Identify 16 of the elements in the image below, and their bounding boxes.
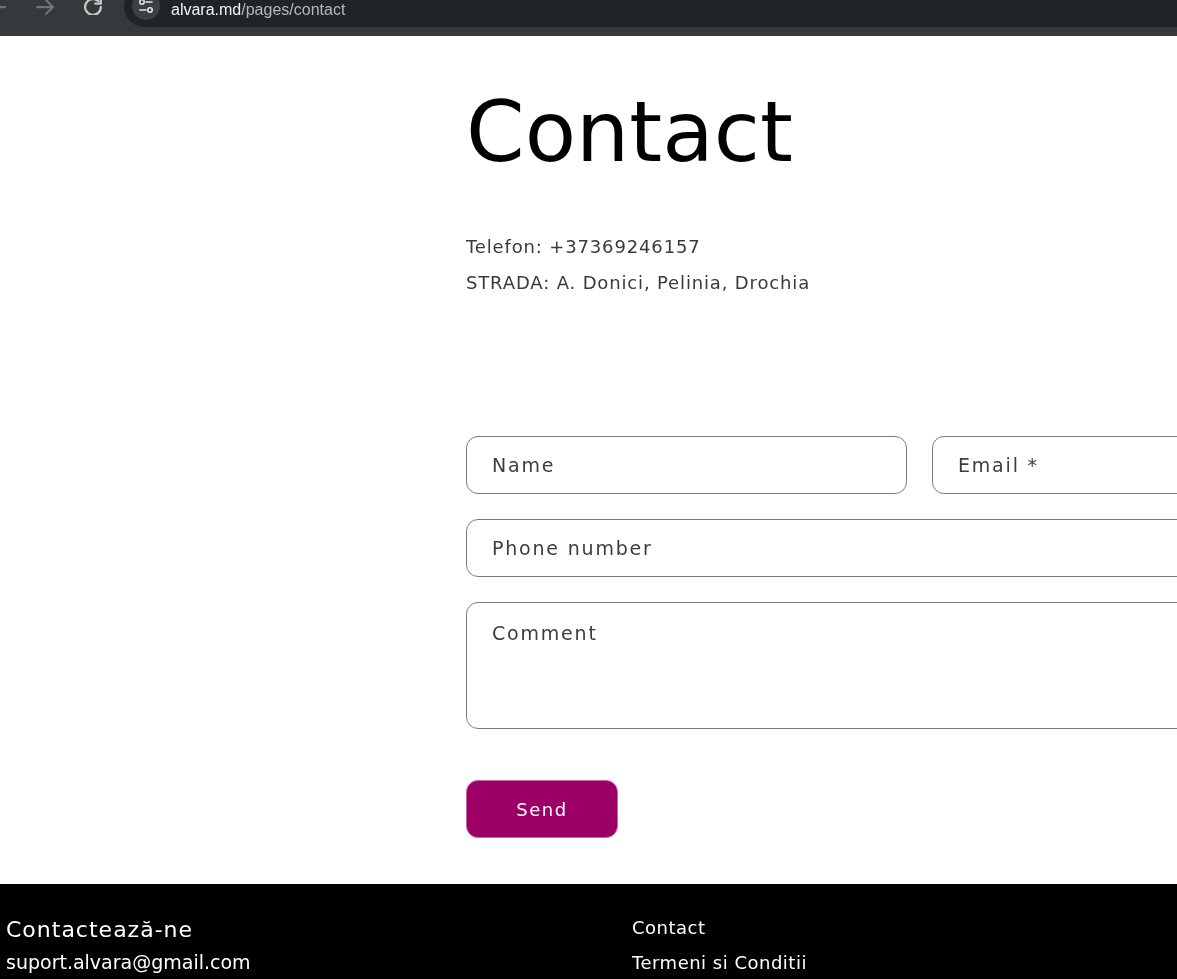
input-field[interactable]: Email * xyxy=(932,436,1177,494)
comment-field[interactable]: Comment xyxy=(466,602,1177,729)
reload-icon[interactable] xyxy=(84,0,102,15)
contact-info-text: STRADA: A. Donici, Pelinia, Drochia xyxy=(466,271,811,295)
url-text: alvara.md/pages/contact xyxy=(171,0,346,20)
footer-link[interactable]: Contact xyxy=(632,910,706,945)
site-settings-icon[interactable] xyxy=(132,0,160,20)
contact-info-text: Telefon: +37369246157 xyxy=(466,235,701,259)
footer-link[interactable]: Termeni si Conditii xyxy=(632,945,807,979)
input-field[interactable]: Phone number xyxy=(466,519,1177,577)
address-bar[interactable]: alvara.md/pages/contact xyxy=(124,0,1177,27)
send-button[interactable]: Send xyxy=(466,780,618,838)
footer-heading: Contactează-ne xyxy=(6,916,194,944)
page-title: Contact xyxy=(466,90,793,174)
input-field[interactable]: Name xyxy=(466,436,907,494)
email-link[interactable]: suport.alvara@gmail.com xyxy=(6,948,251,976)
